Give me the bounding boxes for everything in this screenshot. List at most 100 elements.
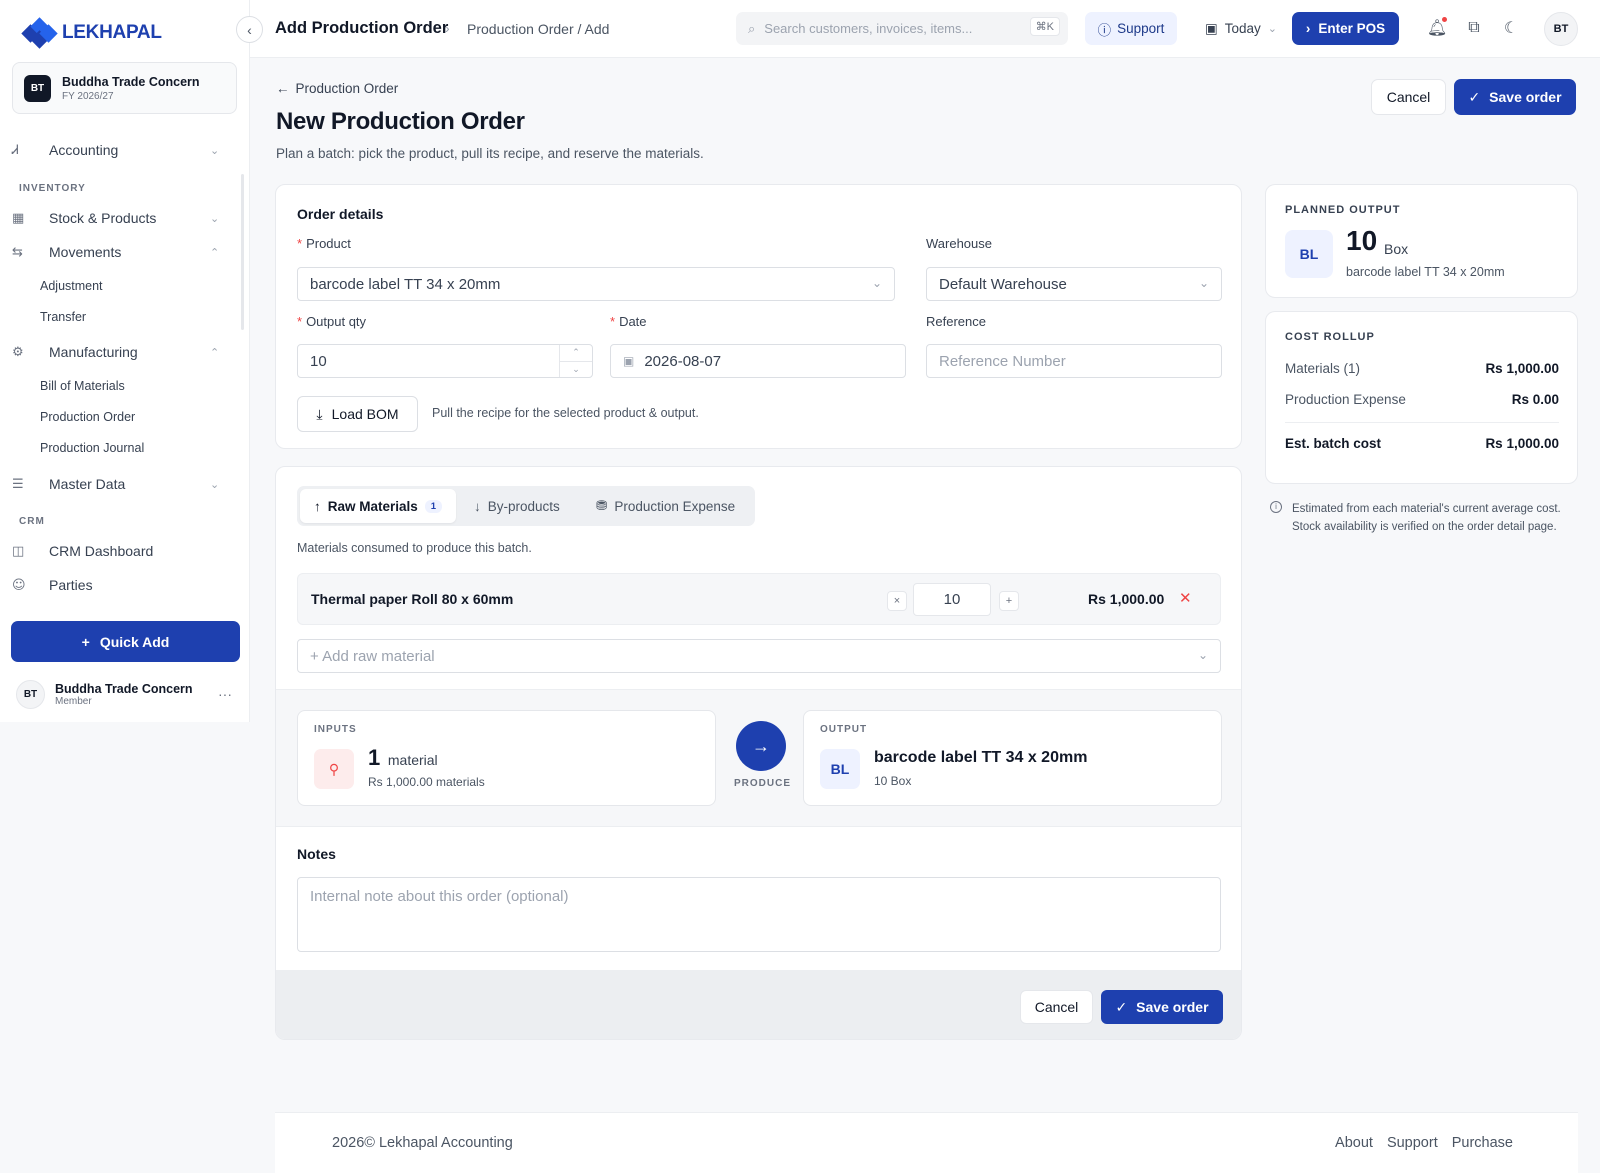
user-menu[interactable]: BT Buddha Trade Concern Member ··· xyxy=(16,678,236,710)
moon-icon[interactable]: ☾ xyxy=(1500,17,1522,39)
enter-pos-button[interactable]: › Enter POS xyxy=(1292,12,1399,45)
search-input[interactable]: ⌕ Search customers, invoices, items... ⌘… xyxy=(736,12,1068,45)
cost-rollup-card: COST ROLLUP Materials (1) Rs 1,000.00 Pr… xyxy=(1265,311,1578,484)
tab-by-products[interactable]: ↓ By-products xyxy=(460,489,574,523)
box-icon: ▦ xyxy=(12,210,24,226)
search-shortcut: ⌘K xyxy=(1029,17,1060,36)
load-bom-button[interactable]: ⤓ Load BOM xyxy=(297,396,418,432)
avatar[interactable]: BT xyxy=(1544,12,1578,46)
form-actions: Cancel ✓ Save order xyxy=(276,970,1241,1039)
sidebar-item-master-data[interactable]: ☰ Master Data ⌄ xyxy=(12,468,224,500)
more-icon[interactable]: ··· xyxy=(218,686,236,702)
footer-link-support[interactable]: Support xyxy=(1387,1135,1438,1151)
quick-add-label: Quick Add xyxy=(99,633,170,650)
reference-placeholder: Reference Number xyxy=(939,352,1066,370)
footer-link-about[interactable]: About xyxy=(1335,1135,1373,1151)
sidebar-item-crm-dashboard[interactable]: ◫ CRM Dashboard xyxy=(12,535,224,567)
product-label: * Product xyxy=(297,236,351,251)
arrow-up-icon: ↑ xyxy=(314,498,321,514)
notes-heading: Notes xyxy=(297,846,336,862)
download-icon: ⤓ xyxy=(316,405,323,422)
bell-icon[interactable]: 🔔︎ xyxy=(1426,17,1448,39)
quantity-stepper[interactable]: ⌃ ⌄ xyxy=(559,345,592,377)
increment-button[interactable]: + xyxy=(999,591,1019,611)
cancel-button[interactable]: Cancel xyxy=(1020,990,1093,1024)
warehouse-value: Default Warehouse xyxy=(939,275,1067,293)
cancel-button[interactable]: Cancel xyxy=(1371,79,1446,115)
product-label-text: Product xyxy=(306,236,351,251)
sidebar-item-bom[interactable]: Bill of Materials xyxy=(40,379,125,393)
cost-value: Rs 1,000.00 xyxy=(1485,436,1559,451)
footer-link-purchase[interactable]: Purchase xyxy=(1452,1135,1513,1151)
add-raw-material-select[interactable]: + Add raw material ⌄ xyxy=(297,639,1221,673)
material-name: Thermal paper Roll 80 x 60mm xyxy=(311,591,514,607)
back-link[interactable]: ← Production Order xyxy=(276,81,398,96)
sidebar-item-adjustment[interactable]: Adjustment xyxy=(40,279,103,293)
output-heading: OUTPUT xyxy=(820,724,868,735)
notes-textarea[interactable]: Internal note about this order (optional… xyxy=(297,877,1221,952)
date-input[interactable]: ▣ 2026-08-07 xyxy=(610,344,906,378)
footer-links: About Support Purchase xyxy=(1335,1135,1513,1151)
help-icon: ⓘ xyxy=(1097,22,1112,38)
sidebar-item-label: Stock & Products xyxy=(49,210,157,226)
sidebar-item-production-order[interactable]: Production Order xyxy=(40,410,135,424)
sidebar-item-production-journal[interactable]: Production Journal xyxy=(40,441,144,455)
search-placeholder: Search customers, invoices, items... xyxy=(764,21,973,36)
planned-output-heading: PLANNED OUTPUT xyxy=(1285,204,1401,216)
chevron-down-icon[interactable]: ⌄ xyxy=(560,362,592,378)
support-button[interactable]: ⓘ Support xyxy=(1085,12,1177,45)
check-icon: ✓ xyxy=(1468,88,1481,105)
product-select[interactable]: barcode label TT 34 x 20mm ⌄ xyxy=(297,267,895,301)
tab-raw-materials[interactable]: ↑ Raw Materials 1 xyxy=(300,489,457,523)
tab-label: By-products xyxy=(487,498,560,514)
sidebar-item-movements[interactable]: ⇆ Movements ⌃ xyxy=(12,236,224,268)
sidebar-item-accounting[interactable]: Ꮧ Accounting ⌄ xyxy=(12,134,224,166)
sidebar-collapse-button[interactable]: ‹ xyxy=(236,16,263,43)
sidebar-scrollbar[interactable] xyxy=(241,174,244,330)
save-order-button[interactable]: ✓ Save order xyxy=(1101,990,1223,1024)
add-raw-material-placeholder: + Add raw material xyxy=(310,647,435,665)
reference-input[interactable]: Reference Number xyxy=(926,344,1222,378)
coins-icon: ⛃ xyxy=(596,498,608,513)
breadcrumb[interactable]: Production Order / Add xyxy=(467,21,609,37)
copyright: 2026© Lekhapal Accounting xyxy=(332,1135,513,1151)
notes-placeholder: Internal note about this order (optional… xyxy=(310,888,569,905)
quick-add-button[interactable]: + Quick Add xyxy=(11,621,240,662)
materials-card: ↑ Raw Materials 1 ↓ By-products ⛃ Produc… xyxy=(275,466,1242,1040)
plus-icon: + xyxy=(81,633,90,650)
load-bom-hint: Pull the recipe for the selected product… xyxy=(432,406,699,420)
remove-material-button[interactable]: ✕ xyxy=(1179,589,1192,607)
chevron-up-icon[interactable]: ⌃ xyxy=(560,345,592,362)
output-qty: 10 Box xyxy=(874,774,912,788)
date-label: * Date xyxy=(610,314,647,329)
decrement-button[interactable]: × xyxy=(887,591,907,611)
table-row: Thermal paper Roll 80 x 60mm × 10 + Rs 1… xyxy=(297,573,1221,625)
sidebar-item-label: Accounting xyxy=(49,142,119,158)
check-icon: ✓ xyxy=(1115,998,1128,1015)
warehouse-select[interactable]: Default Warehouse ⌄ xyxy=(926,267,1222,301)
date-filter[interactable]: ▣ Today ⌄ xyxy=(1205,12,1277,45)
enter-pos-label: Enter POS xyxy=(1318,21,1386,36)
save-order-button[interactable]: ✓ Save order xyxy=(1454,79,1576,115)
production-flow: INPUTS ⚲ 1 material Rs 1,000.00 material… xyxy=(276,689,1241,827)
support-label: Support xyxy=(1117,21,1165,36)
sidebar-item-parties[interactable]: ☺ Parties xyxy=(12,569,224,601)
planned-product: barcode label TT 34 x 20mm xyxy=(1346,265,1505,279)
nav-section-crm: CRM xyxy=(19,516,45,527)
output-qty-value: 10 xyxy=(310,352,327,370)
sidebar-item-transfer[interactable]: Transfer xyxy=(40,310,86,324)
cost-value: Rs 0.00 xyxy=(1511,392,1559,407)
cost-label: Est. batch cost xyxy=(1285,436,1382,451)
output-qty-label: * Output qty xyxy=(297,314,367,329)
truck-icon: ⇆ xyxy=(12,244,23,260)
chevron-down-icon: ⌄ xyxy=(210,212,220,225)
output-name: barcode label TT 34 x 20mm xyxy=(874,749,1088,766)
brand-logo[interactable]: LEKHAPAL xyxy=(21,17,162,49)
tab-production-expense[interactable]: ⛃ Production Expense xyxy=(582,489,749,523)
sidebar-item-manufacturing[interactable]: ⚙ Manufacturing ⌃ xyxy=(12,336,224,368)
output-qty-input[interactable]: 10 ⌃ ⌄ xyxy=(297,344,593,378)
org-switcher[interactable]: BT Buddha Trade Concern FY 2026/27 xyxy=(12,62,237,114)
material-qty-input[interactable]: 10 xyxy=(913,583,991,616)
external-link-icon[interactable]: ⧉ xyxy=(1463,17,1485,39)
sidebar-item-stock[interactable]: ▦ Stock & Products ⌄ xyxy=(12,202,224,234)
